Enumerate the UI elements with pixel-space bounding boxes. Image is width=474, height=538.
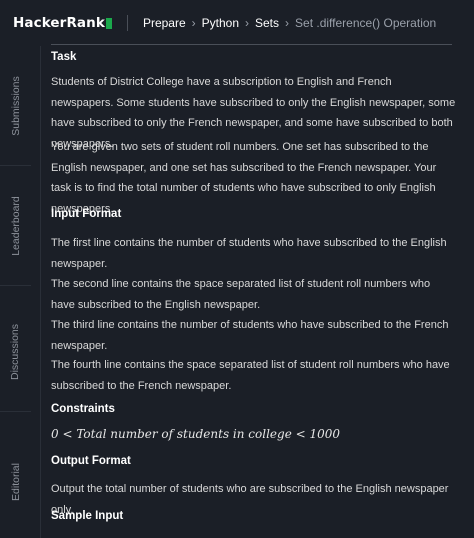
breadcrumb-prepare[interactable]: Prepare bbox=[143, 16, 186, 30]
breadcrumb-sets[interactable]: Sets bbox=[255, 16, 279, 30]
chevron-right-icon: › bbox=[191, 16, 196, 30]
logo-text: HackerRank bbox=[13, 15, 105, 31]
sample-input-heading: Sample Input bbox=[51, 510, 124, 522]
tab-discussions[interactable]: Discussions bbox=[0, 292, 31, 412]
tab-leaderboard-label: Leaderboard bbox=[9, 195, 22, 256]
tab-submissions[interactable]: Submissions bbox=[0, 46, 31, 166]
tab-editorial-label: Editorial bbox=[9, 463, 22, 501]
hackerrank-logo[interactable]: HackerRank bbox=[13, 15, 112, 31]
breadcrumb-current: Set .difference() Operation bbox=[295, 16, 437, 30]
logo-mark-icon bbox=[105, 17, 112, 29]
output-format-heading: Output Format bbox=[51, 455, 131, 467]
task-heading: Task bbox=[51, 51, 77, 63]
constraints-heading: Constraints bbox=[51, 403, 115, 415]
tab-editorial[interactable]: Editorial bbox=[0, 426, 31, 538]
breadcrumb: Prepare › Python › Sets › Set .differenc… bbox=[143, 16, 436, 30]
input-format-line-1: The first line contains the number of st… bbox=[51, 237, 447, 270]
side-tabs: Submissions Leaderboard Discussions Edit… bbox=[0, 46, 31, 538]
chevron-right-icon: › bbox=[285, 16, 290, 30]
input-format-line-2: The second line contains the space separ… bbox=[51, 278, 431, 311]
constraints-expression: 0 < Total number of students in college … bbox=[51, 427, 341, 441]
tab-leaderboard[interactable]: Leaderboard bbox=[0, 166, 31, 286]
chevron-right-icon: › bbox=[245, 16, 249, 30]
breadcrumb-python[interactable]: Python bbox=[202, 16, 239, 30]
input-format-heading: Input Format bbox=[51, 208, 122, 220]
tab-discussions-label: Discussions bbox=[9, 323, 22, 380]
task-paragraph-2: You are given two sets of student roll n… bbox=[51, 141, 437, 215]
top-bar: HackerRank Prepare › Python › Sets › Set… bbox=[0, 0, 474, 46]
topbar-separator bbox=[126, 15, 128, 31]
content-divider bbox=[51, 44, 452, 45]
input-format-line-3: The third line contains the number of st… bbox=[51, 319, 449, 352]
tab-submissions-label: Submissions bbox=[9, 75, 22, 136]
input-format-line-4: The fourth line contains the space separ… bbox=[51, 359, 450, 392]
